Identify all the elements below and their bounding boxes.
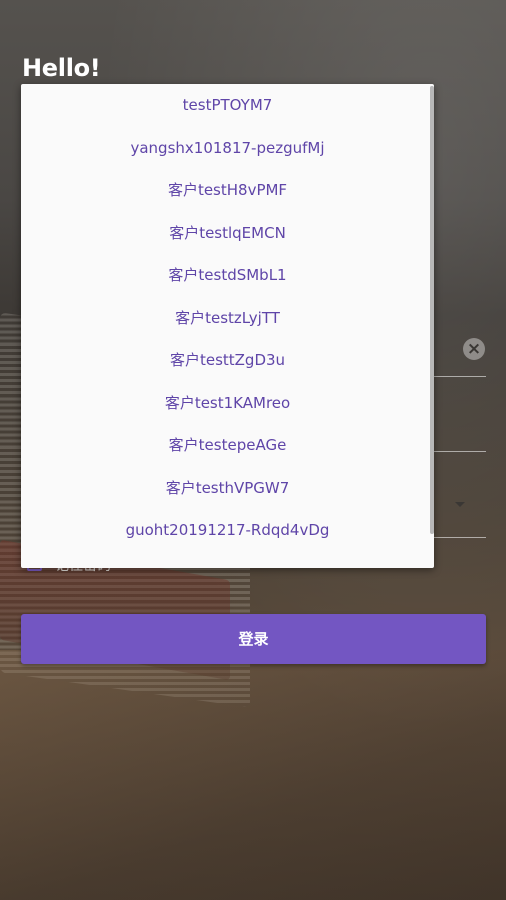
dropdown-item[interactable]: 客户testdSMbL1: [21, 254, 434, 297]
password-field-underline: [434, 451, 486, 452]
dropdown-item[interactable]: 客户testH8vPMF: [21, 169, 434, 212]
dropdown-item[interactable]: 客户testhVPGW7: [21, 467, 434, 510]
dropdown-item[interactable]: yangshx101817-pezgufMj: [21, 127, 434, 170]
page-title: Hello!: [22, 54, 101, 82]
customer-dropdown-popup: testPTOYM7 yangshx101817-pezgufMj 客户test…: [21, 84, 434, 568]
background-table: [0, 650, 506, 900]
dropdown-item[interactable]: testPTOYM7: [21, 84, 434, 127]
dropdown-item[interactable]: guoht20191217-Rdqd4vDg: [21, 509, 434, 552]
close-icon: ×: [466, 339, 482, 359]
dropdown-scrollbar[interactable]: [430, 86, 434, 534]
clear-input-button[interactable]: ×: [463, 338, 485, 360]
chevron-down-icon[interactable]: [455, 502, 465, 507]
dropdown-item[interactable]: 客户testzLyjTT: [21, 297, 434, 340]
dropdown-item[interactable]: 客户testepeAGe: [21, 424, 434, 467]
dropdown-item[interactable]: 客户test1KAMreo: [21, 382, 434, 425]
customer-dropdown-list: testPTOYM7 yangshx101817-pezgufMj 客户test…: [21, 84, 434, 552]
dropdown-item[interactable]: 客户testtZgD3u: [21, 339, 434, 382]
username-field-underline: [434, 376, 486, 377]
dropdown-item[interactable]: 客户testlqEMCN: [21, 212, 434, 255]
login-button[interactable]: 登录: [21, 614, 486, 664]
customer-select-underline: [434, 537, 486, 538]
